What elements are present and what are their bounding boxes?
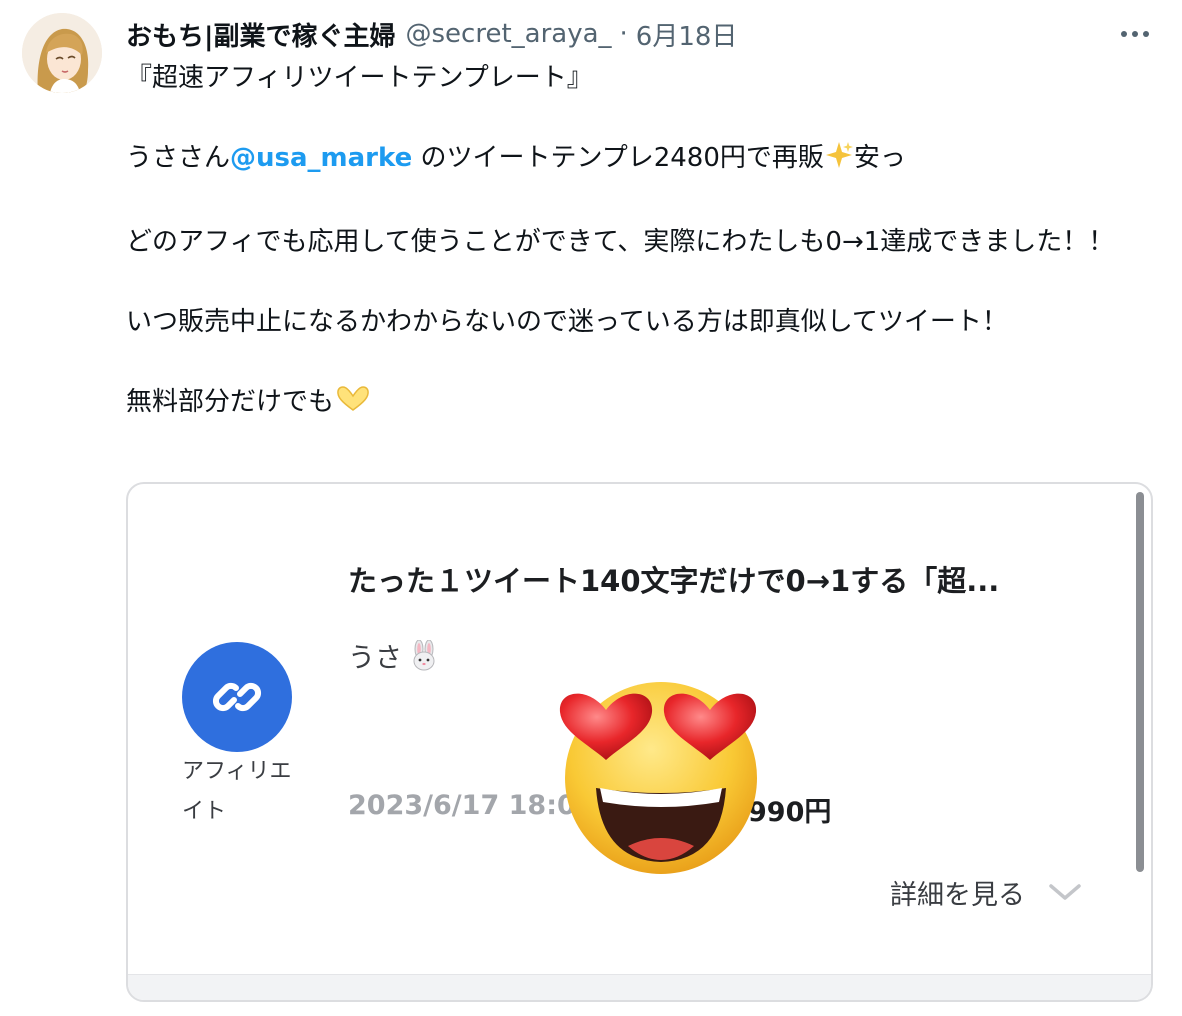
card-bottom-bar <box>128 974 1151 1000</box>
card-scrollbar[interactable] <box>1136 492 1144 872</box>
rabbit-face-icon <box>413 639 435 670</box>
body-line: 無料部分だけでも <box>126 382 1146 426</box>
card-author: うさ <box>348 636 440 675</box>
body-line: 『超速アフィリツイートテンプレート』 <box>126 63 593 93</box>
body-text: 無料部分だけでも <box>126 387 335 417</box>
separator: · <box>619 19 628 49</box>
mention-link[interactable]: @usa_marke <box>230 143 412 173</box>
link-circle <box>182 642 292 752</box>
more-options-button[interactable] <box>1118 20 1152 48</box>
display-name[interactable]: おもち|副業で稼ぐ主婦 <box>126 16 396 53</box>
body-text: のツイートテンプレ2480円で再販 <box>412 143 824 173</box>
more-dot-icon <box>1132 31 1138 37</box>
link-category-label: アフィリエイト <box>182 759 292 824</box>
more-dot-icon <box>1121 31 1127 37</box>
details-label: 詳細を見る <box>890 879 1025 911</box>
author-name: うさ <box>348 643 402 674</box>
heart-eyes-face-icon <box>556 670 766 880</box>
tweet[interactable]: おもち|副業で稼ぐ主婦 @secret_araya_ · 6月18日 『超速アフ… <box>0 0 1182 1016</box>
tweet-date[interactable]: 6月18日 <box>636 16 738 53</box>
body-line: どのアフィでも応用して使うことができて、実際にわたしも0→1達成できました！！ <box>126 227 1115 257</box>
body-line: うささん@usa_marke のツイートテンプレ2480円で再販 安っ <box>126 138 1146 182</box>
more-dot-icon <box>1143 31 1149 37</box>
link-chain-icon <box>212 682 262 712</box>
link-card[interactable]: アフィリエイト たった１ツイート140文字だけで0→1する「超... うさ 20… <box>126 482 1153 1002</box>
user-handle[interactable]: @secret_araya_ <box>406 19 612 49</box>
tweet-body: 『超速アフィリツイートテンプレート』 うささん@usa_marke のツイートテ… <box>126 58 1146 426</box>
card-date: 2023/6/17 18:0 <box>348 790 576 821</box>
tweet-header: おもち|副業で稼ぐ主婦 @secret_araya_ · 6月18日 <box>126 14 737 54</box>
chevron-down-icon <box>1049 884 1081 900</box>
details-button[interactable]: 詳細を見る <box>890 872 1083 912</box>
heart-hands-icon <box>334 384 372 426</box>
body-text: 安っ <box>853 143 906 173</box>
sparkles-icon <box>824 140 854 182</box>
user-avatar-illustration-icon <box>22 13 102 93</box>
avatar[interactable] <box>22 13 102 93</box>
card-title[interactable]: たった１ツイート140文字だけで0→1する「超... <box>348 558 1128 600</box>
body-line: いつ販売中止になるかわからないので迷っている方は即真似してツイート！ <box>126 307 1008 337</box>
body-text: うささん <box>126 143 231 173</box>
